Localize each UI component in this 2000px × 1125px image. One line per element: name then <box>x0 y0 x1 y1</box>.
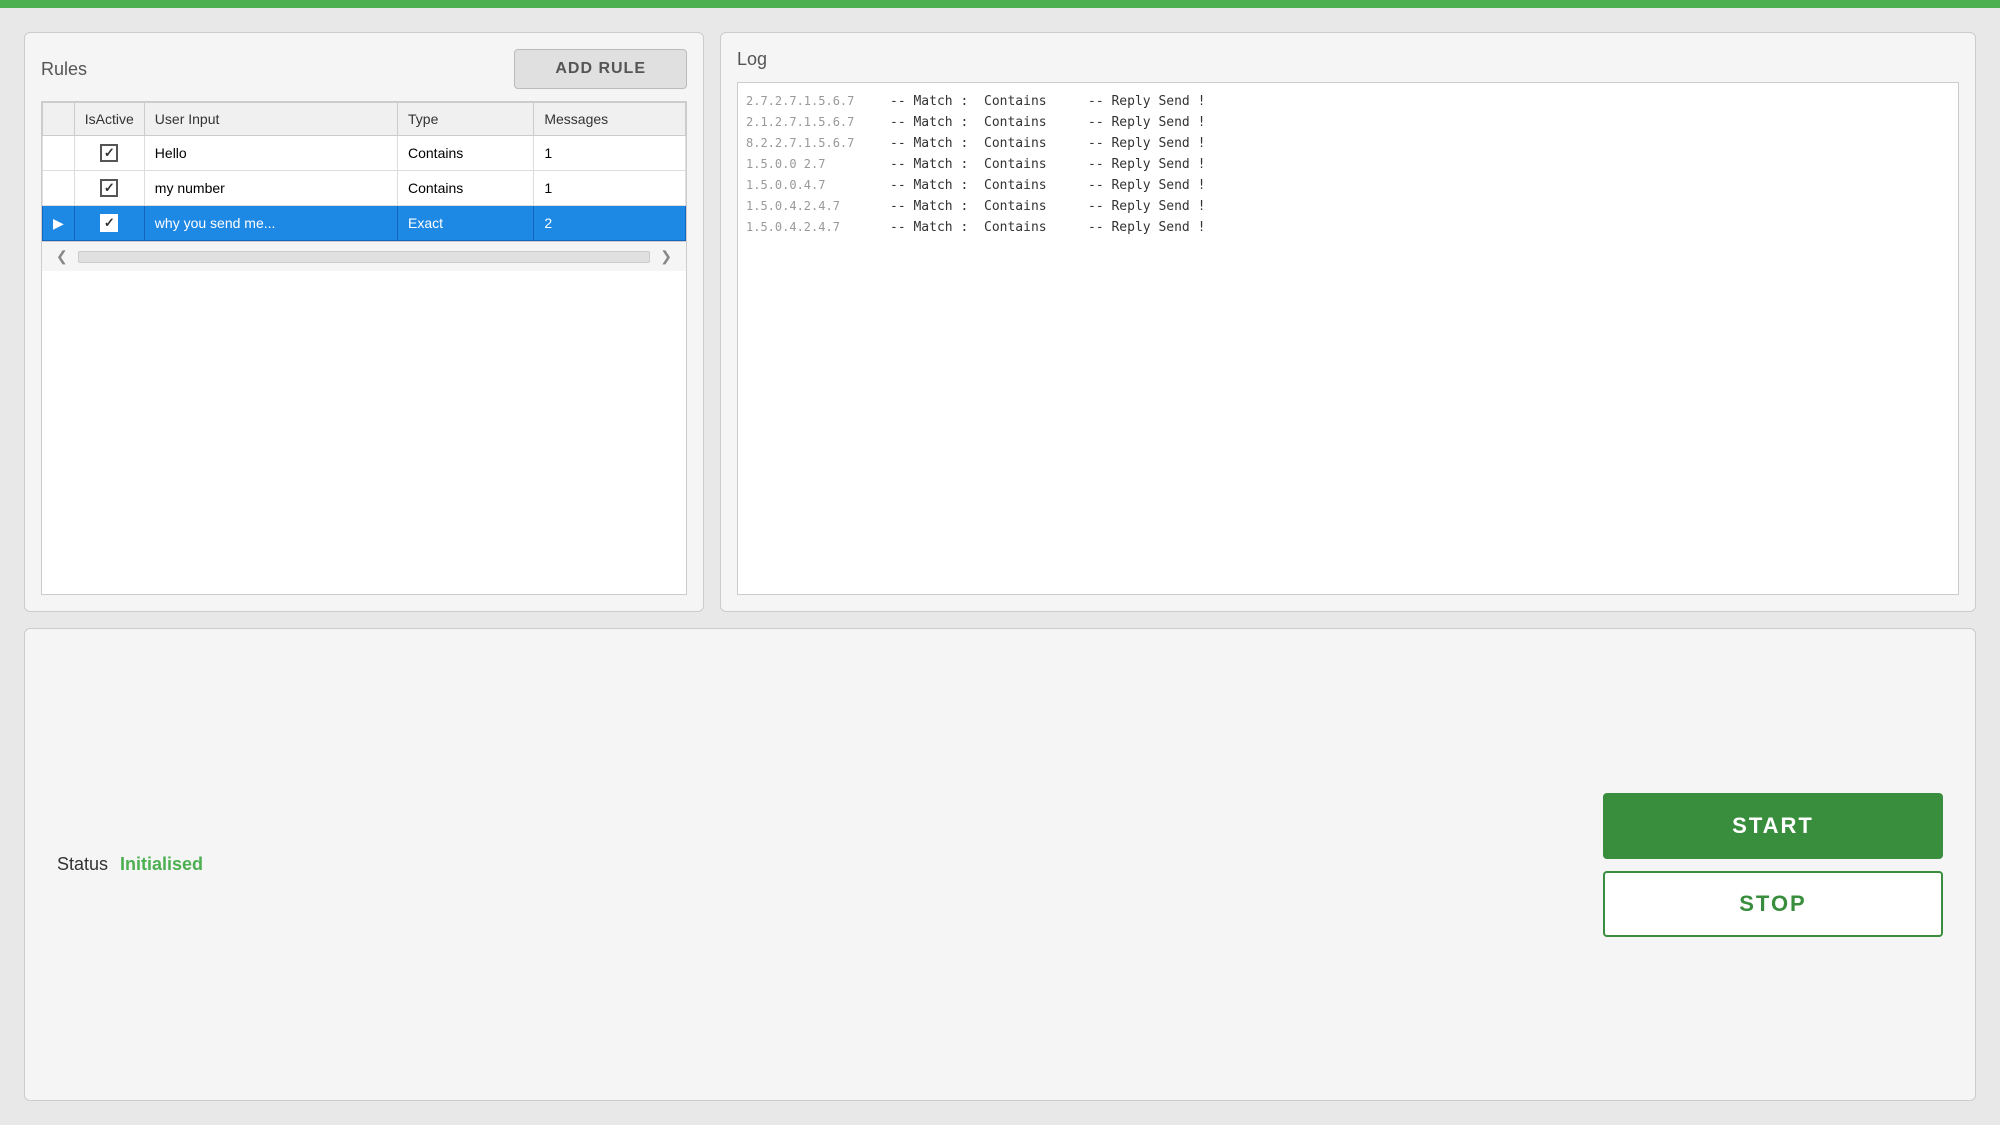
log-match: -- Match : <box>890 136 980 151</box>
log-type: Contains <box>984 136 1084 151</box>
rules-title: Rules <box>41 59 87 80</box>
log-entry: 8.2.2.7.1.5.6.7 -- Match : Contains -- Repl… <box>746 133 1950 154</box>
row-type: Contains <box>398 136 534 171</box>
log-panel: Log 2.7.2.7.1.5.6.7 -- Match : Contains -- … <box>720 32 1976 612</box>
row-arrow <box>43 136 75 171</box>
bottom-section: Status Initialised START STOP <box>24 628 1976 1101</box>
log-entry: 2.1.2.7.1.5.6.7 -- Match : Contains -- Repl… <box>746 112 1950 133</box>
log-reply: -- Reply Send ! <box>1088 220 1205 235</box>
row-checkbox[interactable] <box>100 214 118 232</box>
log-match: -- Match : <box>890 199 980 214</box>
rules-table: IsActive User Input Type Messages HelloC… <box>42 102 686 241</box>
row-arrow <box>43 171 75 206</box>
log-timestamp: 2.1.2.7.1.5.6.7 <box>746 115 886 130</box>
log-timestamp: 1.5.0.0.4.7 <box>746 178 886 193</box>
log-entry: 1.5.0.0 2.7 -- Match : Contains -- Reply Se… <box>746 154 1950 175</box>
log-type: Contains <box>984 199 1084 214</box>
row-messages: 1 <box>534 171 686 206</box>
log-reply: -- Reply Send ! <box>1088 136 1205 151</box>
col-isactive: IsActive <box>74 103 144 136</box>
log-type: Contains <box>984 157 1084 172</box>
log-reply: -- Reply Send ! <box>1088 115 1205 130</box>
log-match: -- Match : <box>890 115 980 130</box>
status-label: Status <box>57 854 108 875</box>
table-header-row: IsActive User Input Type Messages <box>43 103 686 136</box>
rules-tbody: HelloContains1my numberContains1▶why you… <box>43 136 686 241</box>
row-checkbox-cell[interactable] <box>74 171 144 206</box>
log-reply: -- Reply Send ! <box>1088 178 1205 193</box>
log-entry: 1.5.0.4.2.4.7 -- Match : Contains -- Reply … <box>746 196 1950 217</box>
rules-table-container: IsActive User Input Type Messages HelloC… <box>41 101 687 595</box>
log-match: -- Match : <box>890 157 980 172</box>
row-checkbox-cell[interactable] <box>74 206 144 241</box>
top-bar <box>0 0 2000 8</box>
col-type: Type <box>398 103 534 136</box>
table-scrollbar: ❮ ❯ <box>42 241 686 271</box>
row-user-input: why you send me... <box>144 206 397 241</box>
main-content: Rules ADD RULE IsActive User Input Type … <box>0 8 2000 1125</box>
table-row[interactable]: my numberContains1 <box>43 171 686 206</box>
row-type: Contains <box>398 171 534 206</box>
row-checkbox[interactable] <box>100 144 118 162</box>
rules-panel: Rules ADD RULE IsActive User Input Type … <box>24 32 704 612</box>
log-type: Contains <box>984 220 1084 235</box>
log-type: Contains <box>984 178 1084 193</box>
row-messages: 2 <box>534 206 686 241</box>
log-reply: -- Reply Send ! <box>1088 94 1205 109</box>
log-entry: 2.7.2.7.1.5.6.7 -- Match : Contains -- Repl… <box>746 91 1950 112</box>
log-match: -- Match : <box>890 220 980 235</box>
log-title: Log <box>737 49 1959 70</box>
row-user-input: my number <box>144 171 397 206</box>
log-match: -- Match : <box>890 94 980 109</box>
add-rule-button[interactable]: ADD RULE <box>514 49 687 89</box>
scroll-left-arrow[interactable]: ❮ <box>50 246 74 267</box>
log-reply: -- Reply Send ! <box>1088 157 1205 172</box>
row-checkbox[interactable] <box>100 179 118 197</box>
row-user-input: Hello <box>144 136 397 171</box>
table-row[interactable]: ▶ why you send me...Exact2 <box>43 206 686 241</box>
log-entry: 1.5.0.0.4.7 -- Match : Contains -- Reply Se… <box>746 175 1950 196</box>
log-content: 2.7.2.7.1.5.6.7 -- Match : Contains -- Repl… <box>737 82 1959 595</box>
col-messages: Messages <box>534 103 686 136</box>
log-type: Contains <box>984 94 1084 109</box>
log-reply: -- Reply Send ! <box>1088 199 1205 214</box>
log-timestamp: 8.2.2.7.1.5.6.7 <box>746 136 886 151</box>
row-messages: 1 <box>534 136 686 171</box>
log-timestamp: 2.7.2.7.1.5.6.7 <box>746 94 886 109</box>
log-match: -- Match : <box>890 178 980 193</box>
log-type: Contains <box>984 115 1084 130</box>
log-timestamp: 1.5.0.4.2.4.7 <box>746 199 886 214</box>
rules-header: Rules ADD RULE <box>41 49 687 89</box>
status-value: Initialised <box>120 854 203 875</box>
top-section: Rules ADD RULE IsActive User Input Type … <box>24 32 1976 612</box>
scroll-right-arrow[interactable]: ❯ <box>654 246 678 267</box>
table-row[interactable]: HelloContains1 <box>43 136 686 171</box>
col-userinput: User Input <box>144 103 397 136</box>
row-checkbox-cell[interactable] <box>74 136 144 171</box>
stop-button[interactable]: STOP <box>1603 871 1943 937</box>
buttons-area: START STOP <box>1603 793 1943 937</box>
col-arrow <box>43 103 75 136</box>
log-timestamp: 1.5.0.4.2.4.7 <box>746 220 886 235</box>
status-area: Status Initialised <box>57 854 203 875</box>
row-arrow: ▶ <box>43 206 75 241</box>
scroll-track[interactable] <box>78 251 651 263</box>
log-timestamp: 1.5.0.0 2.7 <box>746 157 886 172</box>
log-entry: 1.5.0.4.2.4.7 -- Match : Contains -- Reply … <box>746 217 1950 238</box>
row-type: Exact <box>398 206 534 241</box>
start-button[interactable]: START <box>1603 793 1943 859</box>
